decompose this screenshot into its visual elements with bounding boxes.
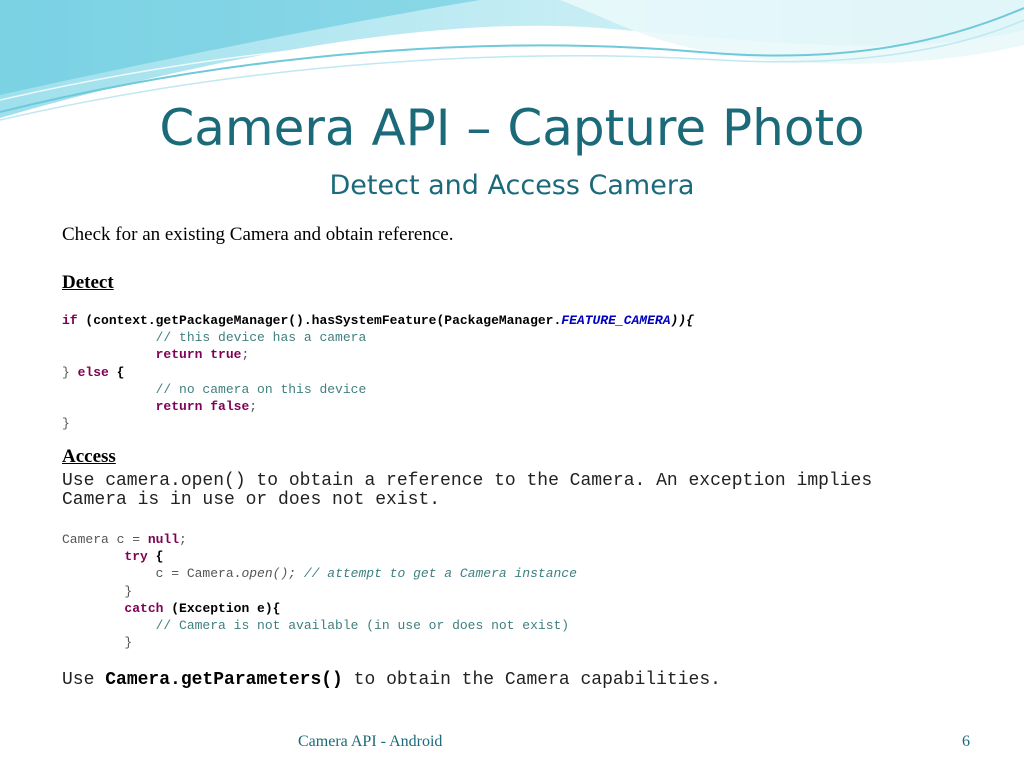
page-number: 6 [962, 733, 970, 750]
detect-code-block: if (context.getPackageManager().hasSyste… [62, 313, 694, 432]
slide-subtitle: Detect and Access Camera [329, 170, 695, 201]
detect-heading: Detect [62, 272, 114, 293]
parameters-text: Use Camera.getParameters() to obtain the… [62, 670, 721, 690]
intro-text: Check for an existing Camera and obtain … [62, 224, 454, 245]
access-code-block: Camera c = null; try { c = Camera.open()… [62, 532, 577, 651]
slide-title: Camera API – Capture Photo [159, 99, 865, 157]
access-description: Use camera.open() to obtain a reference … [62, 471, 873, 510]
access-heading: Access [62, 446, 116, 467]
footer-label: Camera API - Android [298, 733, 443, 750]
